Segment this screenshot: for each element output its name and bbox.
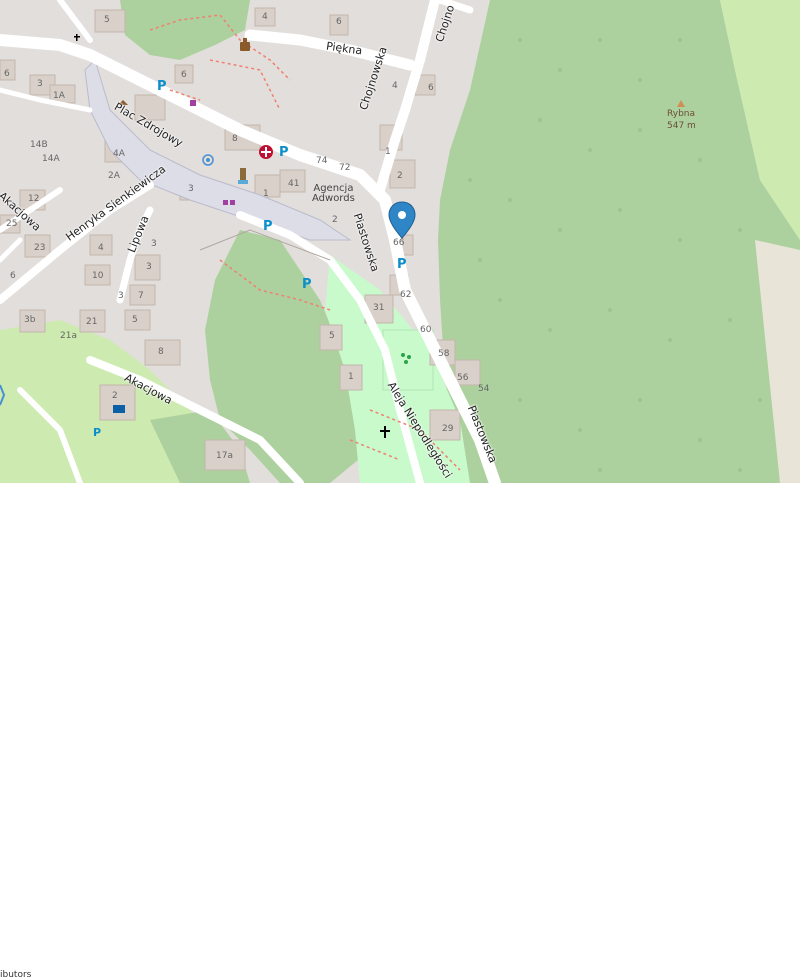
attribution-bar: ibutors: [0, 483, 800, 980]
house-number: 58: [438, 349, 450, 359]
house-number: 25: [6, 219, 18, 229]
house-number: 60: [420, 325, 432, 335]
monument-icon: [238, 168, 248, 184]
map-view[interactable]: Piękna Plac Zdrojowy Chojnowska Chojno P…: [0, 0, 800, 483]
house-number: 12: [28, 194, 40, 204]
house-number: 56: [457, 373, 469, 383]
house-number: 8: [232, 134, 238, 144]
house-number: 66: [393, 238, 405, 248]
house-number: 21a: [60, 331, 77, 341]
house-number: 6: [10, 271, 16, 281]
house-number: 2A: [108, 171, 120, 181]
small-cross-icon: [74, 34, 80, 41]
house-number: 6: [4, 69, 10, 79]
house-number: 3: [188, 184, 194, 194]
house-number: 1: [263, 189, 269, 199]
house-number: 14A: [42, 154, 60, 164]
parking-icon: P: [263, 219, 273, 234]
house-number: 4: [262, 12, 268, 22]
house-number: 6: [336, 17, 342, 27]
house-number: 5: [104, 15, 110, 25]
attribution-text[interactable]: ibutors: [0, 970, 31, 980]
house-number: 54: [478, 384, 490, 394]
peak-elevation: 547 m: [667, 121, 696, 131]
house-number: 72: [339, 163, 351, 173]
fountain-icon: [202, 154, 214, 166]
house-number: 5: [132, 315, 138, 325]
house-number: 1: [348, 372, 354, 382]
house-number: 41: [288, 179, 300, 189]
parking-icon: P: [157, 79, 167, 94]
house-number: 5: [329, 331, 335, 341]
house-number: 74: [316, 156, 328, 166]
house-number: 2: [397, 171, 403, 181]
house-number: 17a: [216, 451, 233, 461]
house-number: 3: [146, 262, 152, 272]
peak-name: Rybna: [667, 109, 696, 119]
house-number: 31: [373, 303, 385, 313]
house-number: 4: [392, 81, 398, 91]
house-number: 1A: [53, 91, 65, 101]
house-number: 1: [385, 147, 391, 157]
house-number: 3: [118, 291, 124, 301]
pharmacy-icon: [259, 145, 273, 159]
house-number: 4: [98, 243, 104, 253]
house-number: 10: [92, 271, 104, 281]
house-number: 23: [34, 243, 46, 253]
house-number: 21: [86, 317, 98, 327]
house-number: 7: [138, 291, 144, 301]
house-number: 62: [400, 290, 412, 300]
house-number: 2: [112, 391, 118, 401]
house-number: 3b: [24, 315, 36, 325]
house-number: 3: [151, 239, 157, 249]
hotel-icon: [113, 405, 125, 413]
parking-icon: P: [302, 277, 312, 292]
house-number: 6: [181, 70, 187, 80]
place-label-agencja-adwords[interactable]: Agencja Adwords: [312, 184, 355, 204]
house-number: 4A: [113, 149, 125, 159]
house-number: 2: [332, 215, 338, 225]
house-number: 14B: [30, 140, 48, 150]
forest-patch-top: [120, 0, 250, 60]
parking-icon: P: [279, 145, 289, 160]
parking-icon: P: [397, 257, 407, 272]
house-number: 3: [37, 79, 43, 89]
house-number: 29: [442, 424, 454, 434]
house-number: 6: [428, 83, 434, 93]
house-number: 8: [158, 347, 164, 357]
parking-icon: P: [93, 426, 102, 439]
